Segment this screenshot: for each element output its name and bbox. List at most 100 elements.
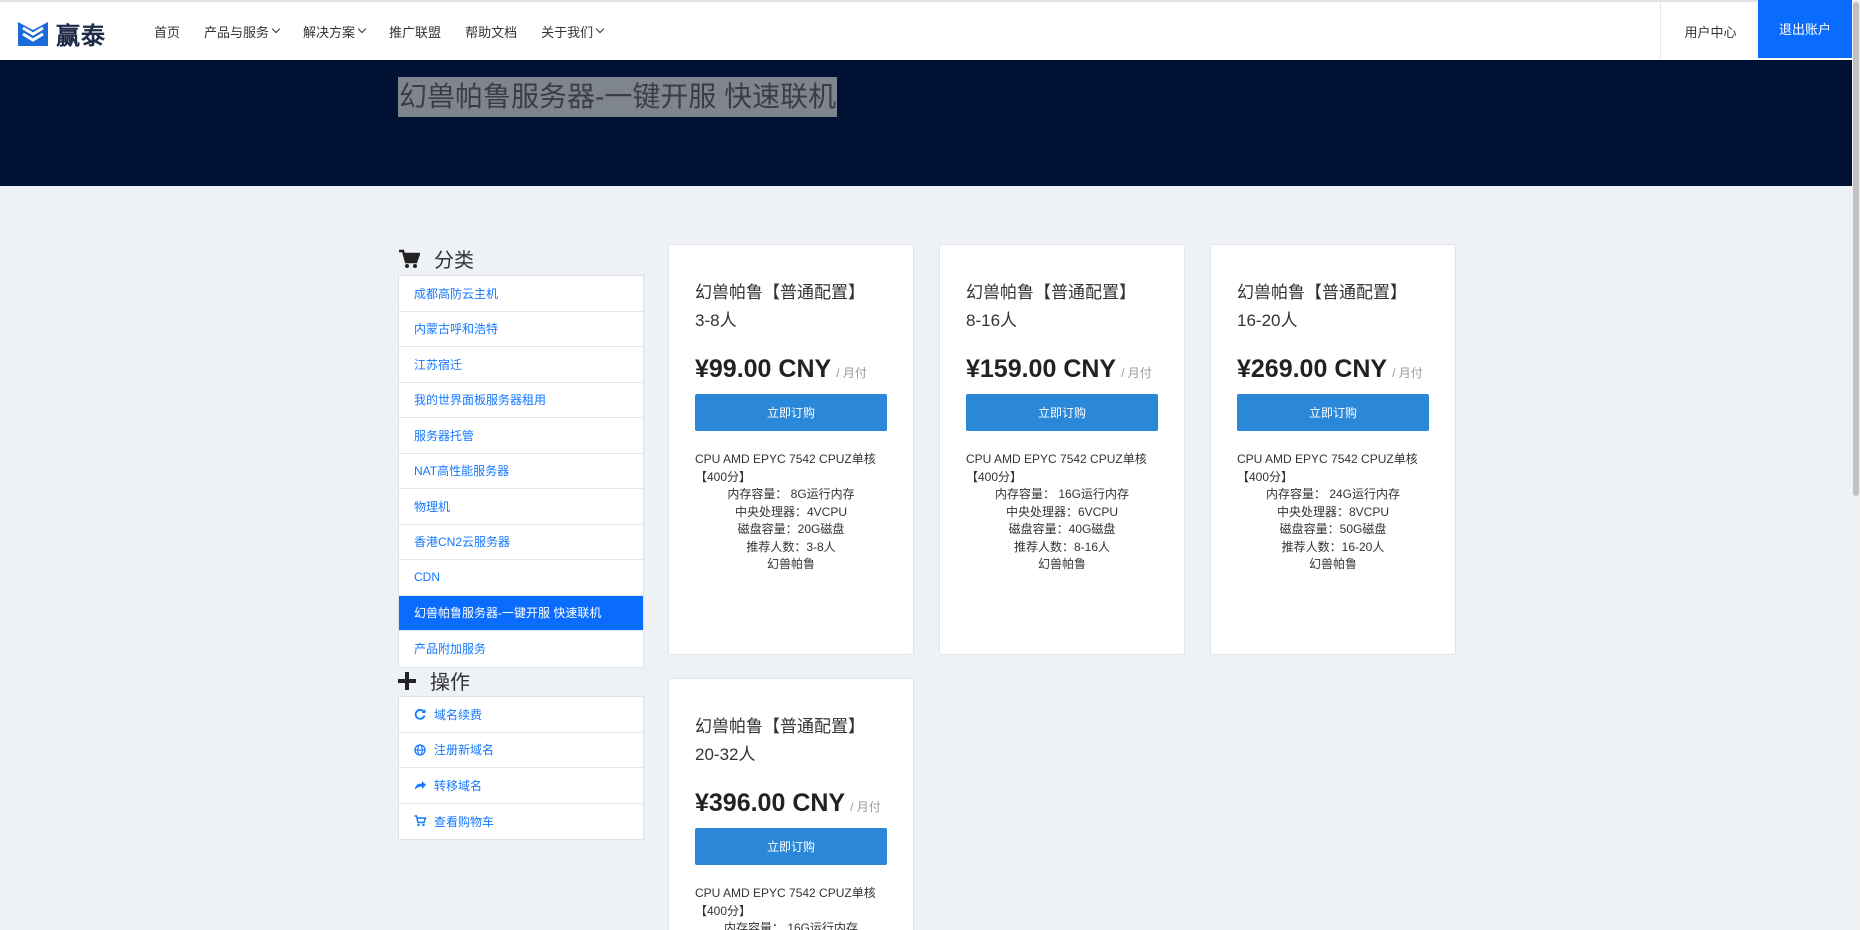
globe-icon xyxy=(414,744,426,756)
category-item[interactable]: 成都高防云主机 xyxy=(399,276,643,312)
nav-item-affiliate[interactable]: 推广联盟 xyxy=(389,22,441,41)
cpu-spec-line: CPU AMD EPYC 7542 CPUZ单核 xyxy=(966,452,1147,466)
price-row: ¥99.00 CNY / 月付 xyxy=(695,355,887,384)
logout-button[interactable]: 退出账户 xyxy=(1758,0,1852,58)
action-label: 注册新域名 xyxy=(434,743,495,758)
cpu-spec: CPU AMD EPYC 7542 CPUZ单核 【400分】 xyxy=(695,885,887,920)
chevron-down-icon xyxy=(357,24,367,34)
product-card: 幻兽帕鲁【普通配置】 8-16人 ¥159.00 CNY / 月付 立即订购 C… xyxy=(939,244,1185,655)
spec-line: 内存容量： 8G运行内存 xyxy=(727,487,855,501)
transfer-domain-link[interactable]: 转移域名 xyxy=(399,768,643,804)
product-card: 幻兽帕鲁【普通配置】 20-32人 ¥396.00 CNY / 月付 立即订购 … xyxy=(668,678,914,930)
cpu-spec: CPU AMD EPYC 7542 CPUZ单核 【400分】 xyxy=(695,451,887,486)
product-subtitle: 8-16人 xyxy=(966,311,1018,330)
product-subtitle: 3-8人 xyxy=(695,311,737,330)
nav-item-label: 关于我们 xyxy=(541,24,594,40)
nav-item-docs[interactable]: 帮助文档 xyxy=(465,22,517,41)
category-item[interactable]: 香港CN2云服务器 xyxy=(399,525,643,560)
cart-icon xyxy=(399,249,420,268)
order-now-button[interactable]: 立即订购 xyxy=(695,394,887,431)
cpu-spec: CPU AMD EPYC 7542 CPUZ单核 【400分】 xyxy=(1237,451,1429,486)
product-price: ¥396.00 CNY xyxy=(695,789,846,817)
nav-item-products[interactable]: 产品与服务 xyxy=(204,22,281,41)
chevron-down-icon xyxy=(595,24,605,34)
category-item-active[interactable]: 幻兽帕鲁服务器-一键开服 快速联机 xyxy=(399,595,643,631)
price-row: ¥396.00 CNY / 月付 xyxy=(695,789,887,818)
spec-line: 推荐人数：16-20人 xyxy=(1281,539,1385,554)
cpu-spec-line: CPU AMD EPYC 7542 CPUZ单核 xyxy=(1237,452,1418,466)
brand-mark-icon xyxy=(18,21,48,46)
spec-line: 幻兽帕鲁 xyxy=(766,557,815,571)
price-row: ¥269.00 CNY / 月付 xyxy=(1237,355,1429,384)
nav-item-solutions[interactable]: 解决方案 xyxy=(303,22,367,41)
brand-name: 赢泰 xyxy=(56,23,106,50)
main-menu: 首页 产品与服务 解决方案 推广联盟 帮助文档 关于我们 xyxy=(154,2,627,60)
category-list: 成都高防云主机 内蒙古呼和浩特 江苏宿迁 我的世界面板服务器租用 服务器托管 N… xyxy=(398,275,644,668)
register-domain-link[interactable]: 注册新域名 xyxy=(399,733,643,768)
user-center-link[interactable]: 用户中心 xyxy=(1660,2,1760,60)
cpu-spec-line: CPU AMD EPYC 7542 CPUZ单核 xyxy=(695,452,876,466)
chevron-down-icon xyxy=(271,24,281,34)
price-row: ¥159.00 CNY / 月付 xyxy=(966,355,1158,384)
category-item[interactable]: 我的世界面板服务器租用 xyxy=(399,383,643,418)
nav-item-about[interactable]: 关于我们 xyxy=(541,22,605,41)
billing-period: / 月付 xyxy=(850,800,881,814)
categories-header: 分类 xyxy=(398,244,474,273)
cpu-spec-score: 【400分】 xyxy=(966,469,1023,484)
cpu-spec-score: 【400分】 xyxy=(1237,469,1294,484)
cart-icon xyxy=(414,815,426,827)
refresh-icon xyxy=(414,708,426,720)
product-card: 幻兽帕鲁【普通配置】 16-20人 ¥269.00 CNY / 月付 立即订购 … xyxy=(1210,244,1456,655)
product-subtitle: 16-20人 xyxy=(1237,311,1298,330)
cpu-spec-line: CPU AMD EPYC 7542 CPUZ单核 xyxy=(695,886,876,900)
spec-line: 磁盘容量：50G磁盘 xyxy=(1279,522,1387,536)
view-cart-link[interactable]: 查看购物车 xyxy=(399,804,643,840)
product-title: 幻兽帕鲁【普通配置】 xyxy=(695,717,865,736)
spec-line: 磁盘容量：40G磁盘 xyxy=(1008,522,1116,536)
page-scrollbar[interactable] xyxy=(1852,0,1860,930)
share-arrow-icon xyxy=(414,779,426,791)
product-card: 幻兽帕鲁【普通配置】 3-8人 ¥99.00 CNY / 月付 立即订购 CPU… xyxy=(668,244,914,655)
spec-line: 推荐人数：3-8人 xyxy=(746,539,836,554)
spec-line: 内存容量： 16G运行内存 xyxy=(723,921,859,930)
product-title: 幻兽帕鲁【普通配置】 xyxy=(695,283,865,302)
order-now-button[interactable]: 立即订购 xyxy=(695,828,887,865)
category-item[interactable]: NAT高性能服务器 xyxy=(399,454,643,489)
spec-line: 幻兽帕鲁 xyxy=(1037,557,1086,571)
product-price: ¥159.00 CNY xyxy=(966,355,1117,383)
cpu-spec-score: 【400分】 xyxy=(695,469,752,484)
category-item[interactable]: 物理机 xyxy=(399,489,643,525)
nav-item-label: 首页 xyxy=(154,24,181,40)
action-label: 域名续费 xyxy=(434,707,483,722)
spec-line: 中央处理器：8VCPU xyxy=(1276,504,1389,519)
nav-item-home[interactable]: 首页 xyxy=(154,22,180,41)
category-item[interactable]: 产品附加服务 xyxy=(399,631,643,667)
plus-icon xyxy=(398,671,416,690)
category-item[interactable]: 内蒙古呼和浩特 xyxy=(399,312,643,347)
spec-line: 内存容量： 24G运行内存 xyxy=(1265,487,1401,501)
action-label: 转移域名 xyxy=(434,778,483,793)
scrollbar-thumb[interactable] xyxy=(1853,2,1859,496)
actions-header: 操作 xyxy=(398,666,470,695)
product-price: ¥99.00 CNY xyxy=(695,355,832,383)
brand-logo[interactable]: 赢泰 xyxy=(16,16,106,51)
page-title: 幻兽帕鲁服务器-一键开服 快速联机 xyxy=(398,77,838,117)
top-navbar: 赢泰 首页 产品与服务 解决方案 推广联盟 帮助文档 关于我们 用户中心 xyxy=(0,0,1852,60)
category-item[interactable]: 服务器托管 xyxy=(399,418,643,454)
category-item[interactable]: 江苏宿迁 xyxy=(399,347,643,383)
nav-item-label: 帮助文档 xyxy=(465,24,518,40)
cpu-spec: CPU AMD EPYC 7542 CPUZ单核 【400分】 xyxy=(966,451,1158,486)
spec-line: 内存容量： 16G运行内存 xyxy=(994,487,1130,501)
order-now-button[interactable]: 立即订购 xyxy=(1237,394,1429,431)
renew-domain-link[interactable]: 域名续费 xyxy=(399,697,643,733)
action-list: 域名续费 注册新域名 转移域名 查看购物车 xyxy=(398,696,644,840)
nav-item-label: 解决方案 xyxy=(303,24,356,40)
product-title: 幻兽帕鲁【普通配置】 xyxy=(966,283,1136,302)
category-item[interactable]: CDN xyxy=(399,560,643,596)
product-subtitle: 20-32人 xyxy=(695,745,756,764)
actions-title: 操作 xyxy=(430,672,470,694)
product-price: ¥269.00 CNY xyxy=(1237,355,1388,383)
billing-period: / 月付 xyxy=(836,366,867,380)
order-now-button[interactable]: 立即订购 xyxy=(966,394,1158,431)
spec-line: 中央处理器：4VCPU xyxy=(734,504,847,519)
